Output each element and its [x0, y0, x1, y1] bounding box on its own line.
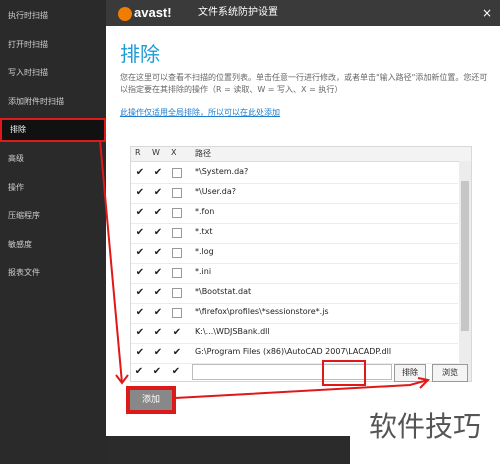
- arrow-sidebar-to-add: [99, 139, 123, 384]
- watermark: 软件技巧: [350, 390, 500, 464]
